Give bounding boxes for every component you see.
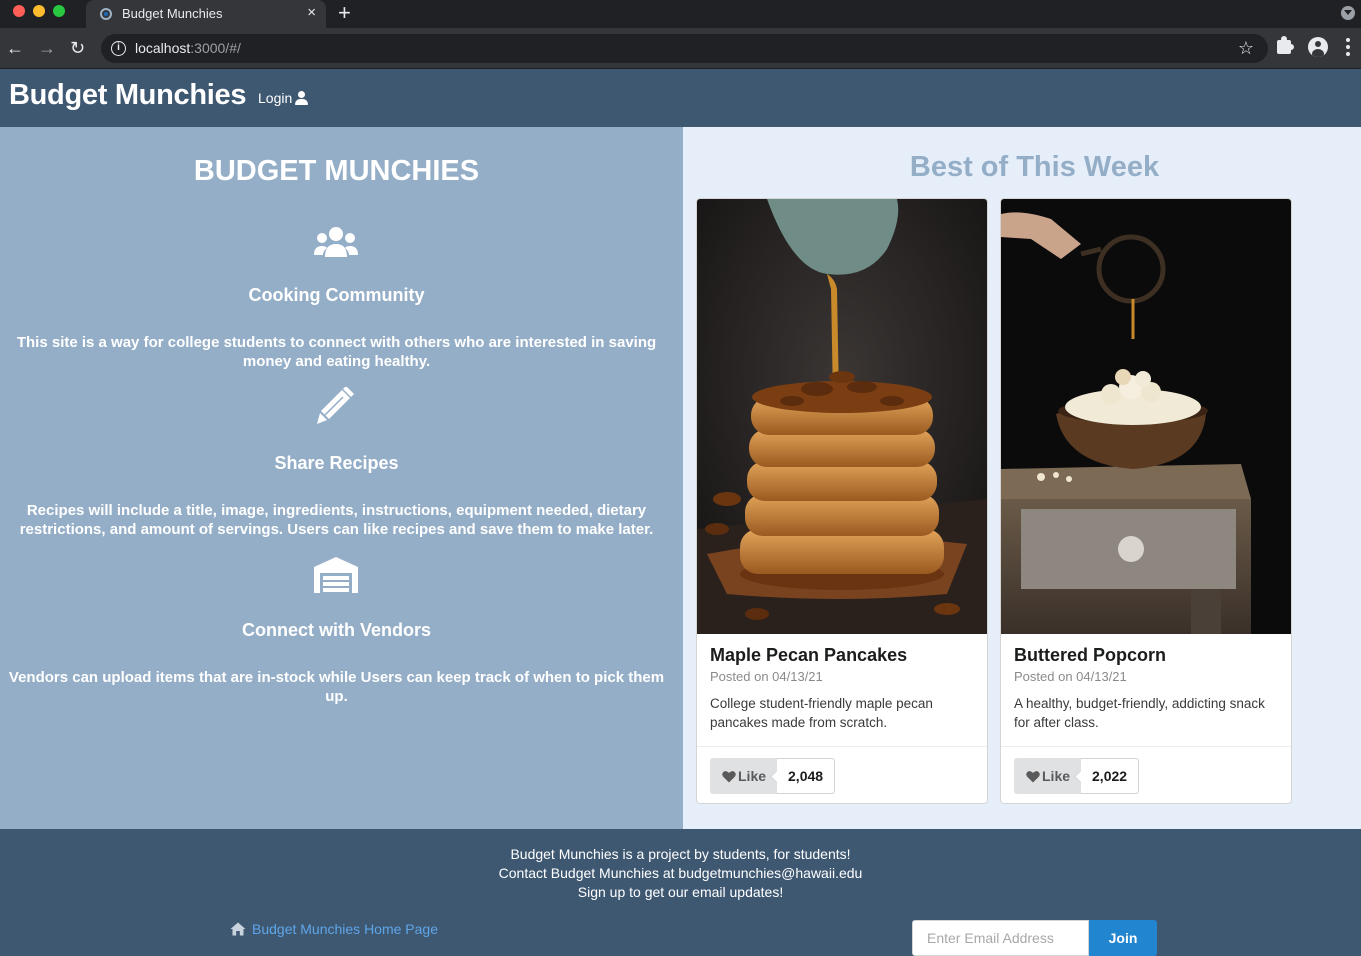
recipe-title[interactable]: Buttered Popcorn: [1014, 645, 1166, 666]
warehouse-icon: [314, 557, 358, 593]
recipe-title[interactable]: Maple Pecan Pancakes: [710, 645, 907, 666]
recipe-image[interactable]: [697, 199, 987, 634]
browser-tab[interactable]: Budget Munchies ×: [86, 0, 326, 28]
about-panel: BUDGET MUNCHIES Cooking Community This s…: [0, 127, 683, 829]
browser-toolbar: ← → ↻ i localhost:3000/#/ ☆: [0, 28, 1361, 69]
footer-contact: Contact Budget Munchies at budgetmunchie…: [498, 865, 863, 881]
forward-arrow-icon[interactable]: →: [38, 37, 56, 59]
login-dropdown[interactable]: Login: [258, 90, 309, 106]
recipe-date: Posted on 04/13/21: [1014, 669, 1127, 684]
best-of-week-heading: Best of This Week: [909, 151, 1160, 183]
home-icon: [230, 922, 246, 936]
tab-search-icon[interactable]: [1341, 6, 1355, 20]
users-icon: [314, 227, 358, 257]
about-heading: BUDGET MUNCHIES: [193, 155, 480, 187]
profile-icon[interactable]: [1308, 37, 1328, 57]
recipe-card[interactable]: Maple Pecan Pancakes Posted on 04/13/21 …: [696, 198, 988, 804]
new-tab-icon[interactable]: +: [338, 1, 351, 25]
window-minimize-button[interactable]: [33, 5, 45, 17]
back-arrow-icon[interactable]: ←: [6, 37, 24, 59]
feature-title: Cooking Community: [248, 285, 425, 305]
like-button[interactable]: Like: [1014, 758, 1082, 794]
browser-tab-bar: Budget Munchies × +: [0, 0, 1361, 28]
login-label: Login: [258, 90, 293, 106]
feature-description: This site is a way for college students …: [16, 334, 657, 370]
tab-title: Budget Munchies: [122, 6, 223, 21]
window-close-button[interactable]: [13, 5, 25, 17]
recipe-description: A healthy, budget-friendly, addicting sn…: [1014, 696, 1265, 730]
site-footer: Budget Munchies is a project by students…: [0, 829, 1361, 956]
recipe-image[interactable]: [1001, 199, 1291, 634]
feature-title: Share Recipes: [274, 453, 399, 473]
recipe-description: College student-friendly maple pecan pan…: [710, 696, 933, 730]
window-zoom-button[interactable]: [53, 5, 65, 17]
tab-close-icon[interactable]: ×: [307, 4, 316, 22]
email-input[interactable]: [912, 920, 1089, 956]
feature-description: Vendors can upload items that are in-sto…: [8, 669, 665, 705]
footer-signup-prompt: Sign up to get our email updates!: [577, 884, 784, 900]
bookmark-star-icon[interactable]: ☆: [1238, 38, 1254, 58]
pencil-icon: [317, 387, 354, 424]
recipe-card[interactable]: Buttered Popcorn Posted on 04/13/21 A he…: [1000, 198, 1292, 804]
like-button[interactable]: Like: [710, 758, 778, 794]
like-label: Like: [738, 768, 767, 784]
feature-title: Connect with Vendors: [241, 620, 432, 640]
url-text[interactable]: localhost:3000/#/: [135, 40, 241, 56]
site-info-icon[interactable]: i: [111, 41, 126, 56]
like-count: 2,022: [1081, 758, 1140, 794]
favicon-icon: [100, 8, 112, 20]
app-navbar: Budget Munchies Login: [0, 69, 1361, 127]
like-count: 2,048: [777, 758, 836, 794]
address-bar[interactable]: i localhost:3000/#/ ☆: [101, 34, 1268, 63]
brand-logo[interactable]: Budget Munchies: [9, 79, 246, 112]
extensions-icon[interactable]: [1277, 36, 1294, 54]
user-icon: [294, 91, 309, 105]
like-label: Like: [1042, 768, 1071, 784]
best-of-week-panel: Best of This Week Maple Pecan Pancakes P…: [683, 127, 1361, 829]
reload-icon[interactable]: ↻: [70, 37, 85, 59]
like-button-group[interactable]: Like 2,048: [710, 758, 836, 794]
home-link-label[interactable]: Budget Munchies Home Page: [252, 921, 438, 937]
footer-text: Budget Munchies is a project by students…: [0, 845, 1361, 902]
join-button[interactable]: Join: [1089, 920, 1157, 956]
home-page-link[interactable]: Budget Munchies Home Page: [230, 921, 438, 937]
like-button-group[interactable]: Like 2,022: [1014, 758, 1140, 794]
heart-icon: [722, 770, 736, 782]
footer-tagline: Budget Munchies is a project by students…: [510, 846, 851, 862]
heart-icon: [1026, 770, 1040, 782]
browser-menu-icon[interactable]: [1346, 38, 1350, 58]
recipe-date: Posted on 04/13/21: [710, 669, 823, 684]
feature-description: Recipes will include a title, image, ing…: [19, 502, 654, 538]
card-footer: Like 2,048: [697, 746, 987, 803]
card-footer: Like 2,022: [1001, 746, 1291, 803]
